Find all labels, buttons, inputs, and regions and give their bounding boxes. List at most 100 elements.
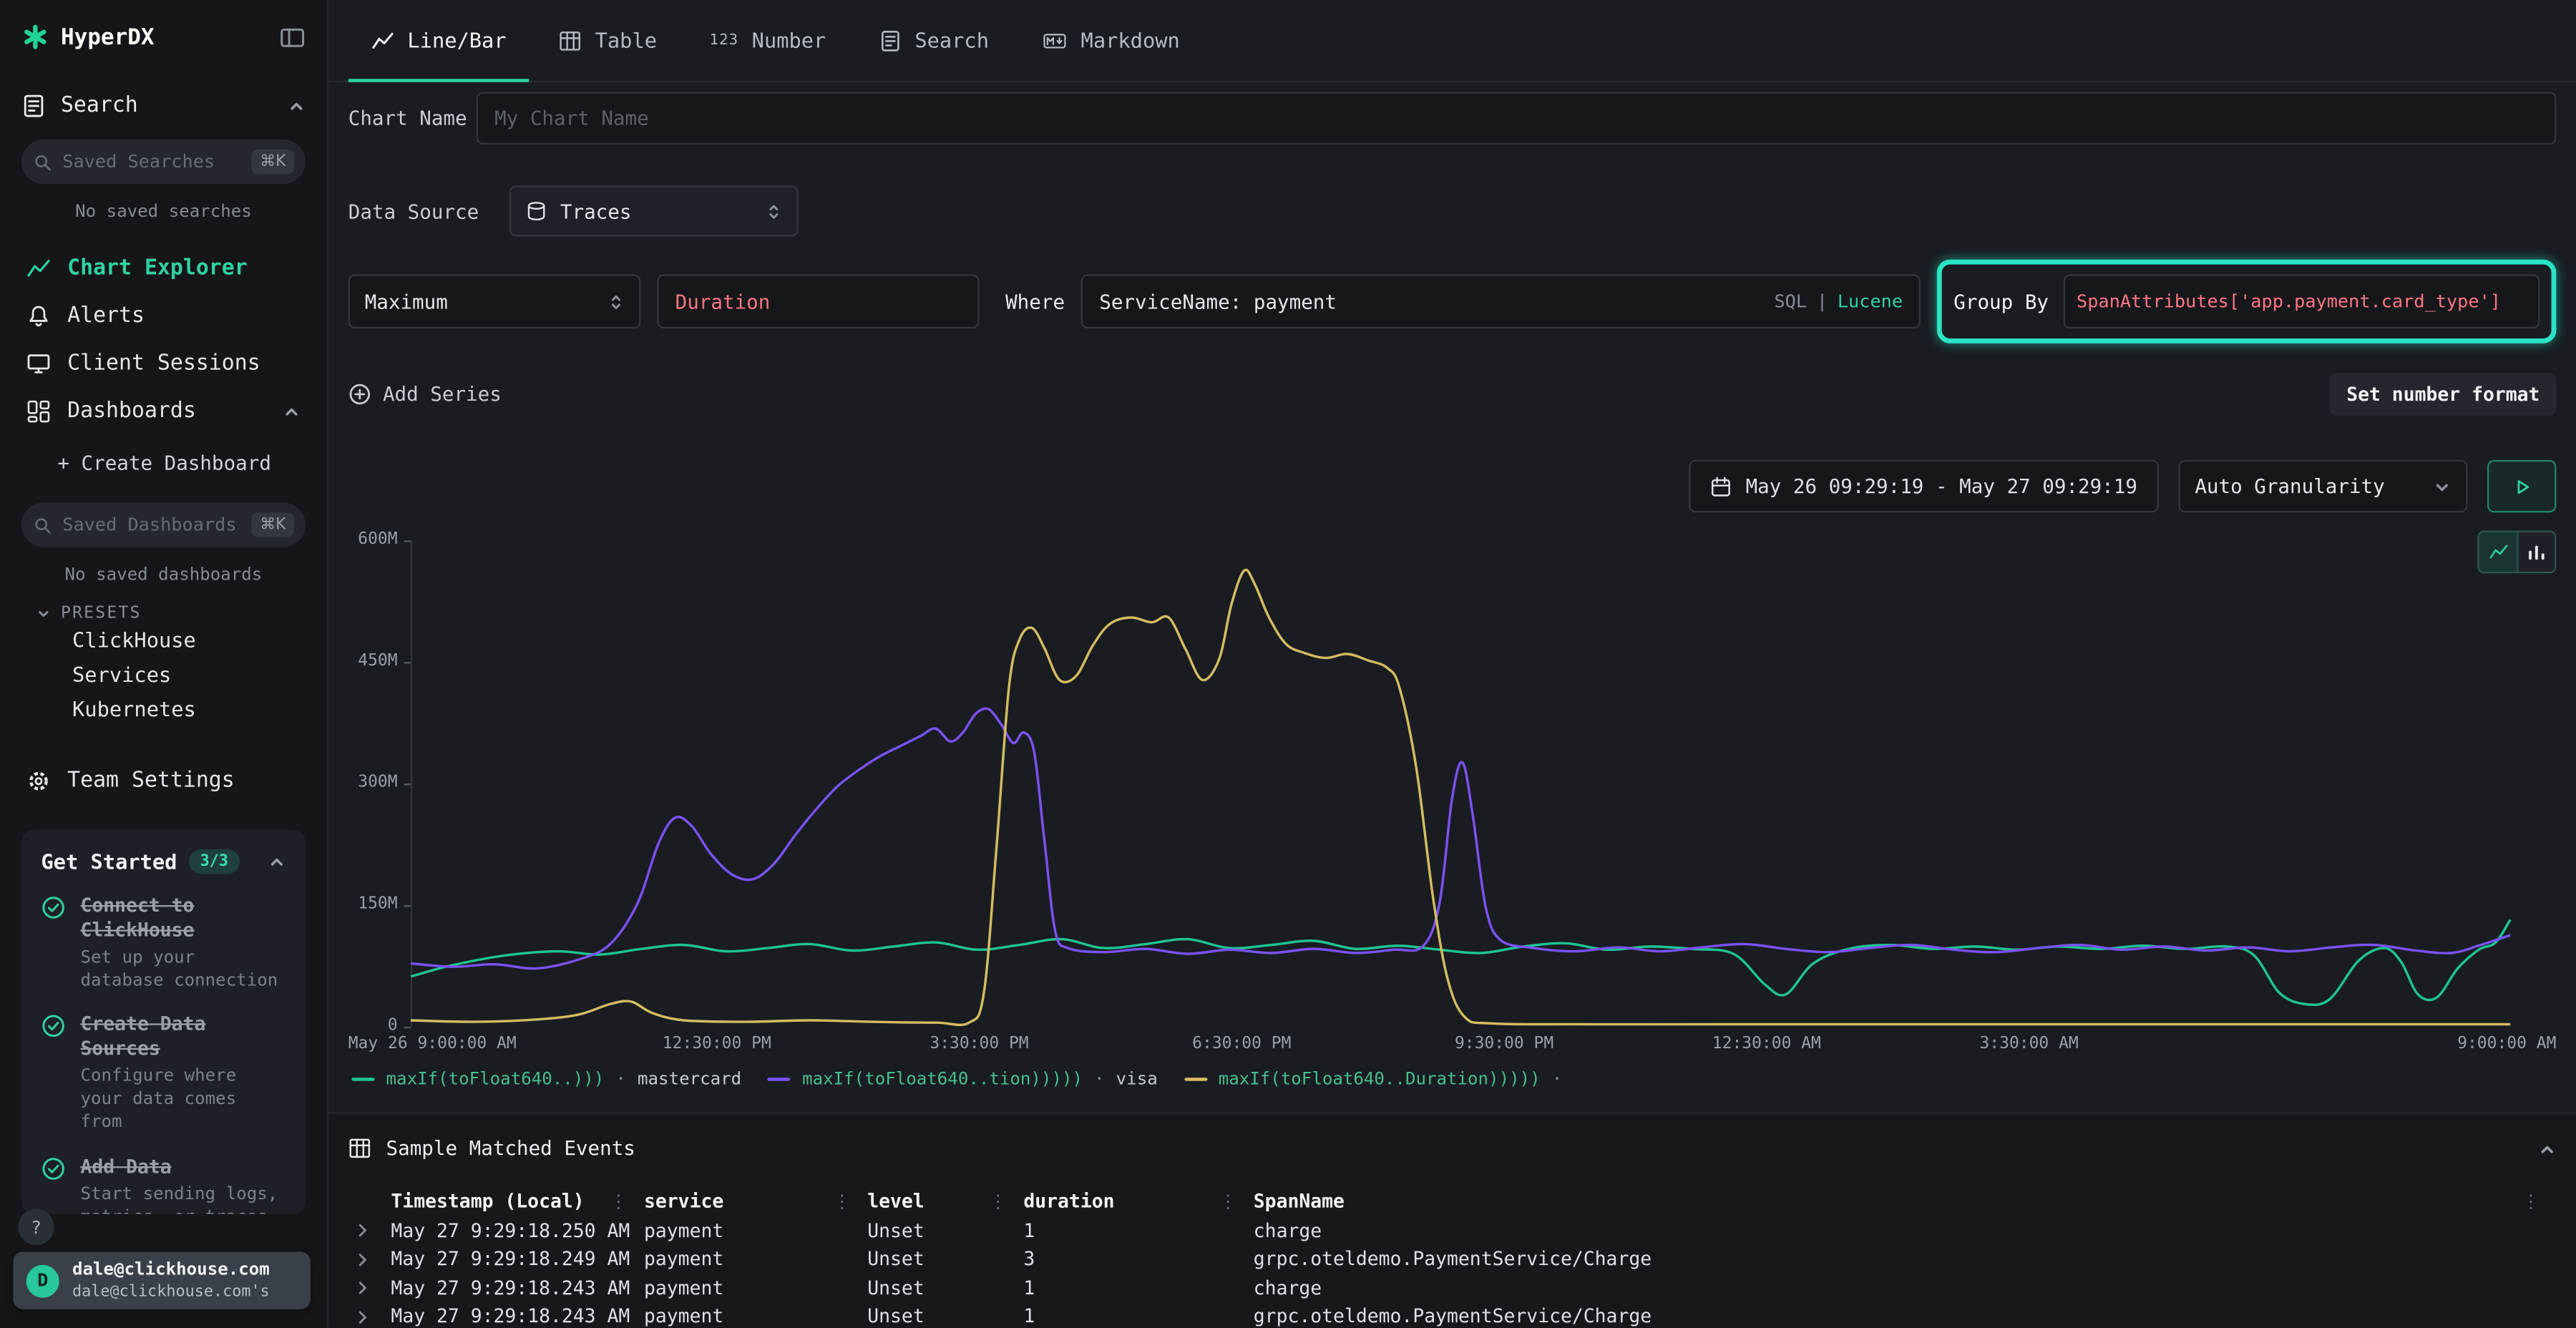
user-menu[interactable]: D dale@clickhouse.com dale@clickhouse.co… [13, 1252, 311, 1309]
cell-level: Unset [867, 1305, 1023, 1328]
tab-label: Table [595, 28, 657, 52]
legend-item[interactable]: maxIf(toFloat640..Duration)))))· [1184, 1070, 1574, 1090]
get-started-header[interactable]: Get Started 3/3 [41, 849, 286, 874]
collapse-panel-chevron-up-icon[interactable] [2538, 1139, 2556, 1157]
data-source-select[interactable]: Traces [509, 185, 799, 236]
field-input[interactable] [657, 274, 979, 328]
column-menu-icon[interactable]: ⋮ [2522, 1190, 2540, 1211]
group-by-input[interactable] [2064, 274, 2540, 328]
legend-group-value: visa [1116, 1070, 1158, 1090]
legend-item[interactable]: maxIf(toFloat640..)))·mastercard [351, 1070, 741, 1090]
bar-chart-toggle[interactable] [2517, 532, 2555, 572]
chart-explorer-content: Chart Name Data Source Traces Maximum [328, 82, 2576, 1327]
aggregation-select[interactable]: Maximum [348, 274, 641, 328]
chart-series-line[interactable] [411, 708, 2510, 968]
column-header-level[interactable]: level ⋮ [867, 1189, 1023, 1212]
run-query-button[interactable] [2487, 460, 2556, 512]
set-number-format-button[interactable]: Set number format [2330, 373, 2556, 416]
preset-item-kubernetes[interactable]: Kubernetes [21, 692, 306, 726]
client-sessions-label: Client Sessions [67, 351, 260, 376]
sidebar-item-team-settings[interactable]: Team Settings [21, 768, 306, 793]
table-row[interactable]: May 27 9:29:18.243 AM payment Unset 1 ch… [348, 1273, 2557, 1302]
column-header-duration[interactable]: duration ⋮ [1023, 1189, 1253, 1212]
chart-series-line[interactable] [411, 919, 2510, 1005]
chart-legend: maxIf(toFloat640..)))·mastercard maxIf(to… [348, 1070, 2557, 1090]
column-header-service[interactable]: service ⋮ [644, 1189, 867, 1212]
sidebar-item-alerts[interactable]: Alerts [21, 293, 306, 341]
chevron-up-icon[interactable] [288, 97, 306, 114]
row-expander-icon[interactable] [348, 1223, 391, 1238]
table-row[interactable]: May 27 9:29:18.250 AM payment Unset 1 ch… [348, 1216, 2557, 1244]
sql-toggle[interactable]: SQL [1774, 290, 1807, 312]
tab-table[interactable]: Table [536, 0, 680, 80]
column-header-timestamp[interactable]: Timestamp (Local) ⋮ [391, 1189, 644, 1212]
column-menu-icon[interactable]: ⋮ [833, 1190, 851, 1211]
saved-dashboards-input[interactable]: Saved Dashboards ⌘K [21, 503, 306, 547]
sidebar-section-search[interactable]: Search [21, 94, 306, 118]
sidebar-collapse-button[interactable] [279, 24, 306, 50]
legend-item[interactable]: maxIf(toFloat640..tion)))))·visa [768, 1070, 1158, 1090]
create-dashboard-button[interactable]: + Create Dashboard [21, 445, 306, 482]
sidebar-item-dashboards[interactable]: Dashboards [21, 388, 306, 436]
get-started-card: Get Started 3/3 Connect to ClickHouse Se… [21, 829, 306, 1214]
cell-timestamp: May 27 9:29:18.250 AM [391, 1219, 644, 1241]
date-range-picker[interactable]: May 26 09:29:19 - May 27 09:29:19 [1688, 460, 2159, 512]
chart-explorer-label: Chart Explorer [67, 256, 248, 280]
checklist-item-connect[interactable]: Connect to ClickHouse Set up your databa… [41, 894, 286, 992]
sidebar-item-client-sessions[interactable]: Client Sessions [21, 340, 306, 388]
no-saved-searches-text: No saved searches [21, 202, 306, 222]
chart-name-input[interactable] [477, 92, 2557, 145]
lucene-toggle[interactable]: Lucene [1838, 290, 1903, 312]
cell-service: payment [644, 1247, 867, 1270]
bar-chart-icon [2527, 542, 2547, 562]
tab-number[interactable]: 123 Number [686, 0, 849, 80]
help-button[interactable]: ? [18, 1209, 54, 1246]
presets-toggle[interactable]: PRESETS [21, 605, 306, 622]
column-header-spanname[interactable]: SpanName ⋮ [1254, 1189, 2557, 1212]
cell-service: payment [644, 1276, 867, 1299]
granularity-select[interactable]: Auto Granularity [2178, 460, 2467, 512]
chevron-up-icon[interactable] [268, 853, 286, 871]
chart-series-line[interactable] [411, 570, 2510, 1025]
column-menu-icon[interactable]: ⋮ [610, 1190, 628, 1211]
chevron-up-icon[interactable] [283, 402, 301, 420]
preset-item-clickhouse[interactable]: ClickHouse [21, 622, 306, 657]
sidebar-item-chart-explorer[interactable]: Chart Explorer [21, 245, 306, 293]
row-expander-icon[interactable] [348, 1251, 391, 1266]
cell-spanname: grpc.oteldemo.PaymentService/Charge [1254, 1247, 2557, 1270]
database-icon [526, 200, 547, 222]
add-series-button[interactable]: Add Series [348, 383, 502, 406]
checklist-item-data-sources[interactable]: Create Data Sources Configure where your… [41, 1012, 286, 1135]
chart-plot[interactable] [411, 540, 2510, 1027]
y-axis-tick-label: 0 [348, 1017, 398, 1035]
table-icon [348, 1137, 371, 1160]
calendar-icon [1709, 476, 1731, 497]
tab-line-bar[interactable]: Line/Bar [348, 0, 530, 80]
row-expander-icon[interactable] [348, 1280, 391, 1295]
table-row[interactable]: May 27 9:29:18.249 AM payment Unset 3 gr… [348, 1244, 2557, 1273]
checklist-item-subtitle: Set up your database connection [80, 946, 286, 992]
table-row[interactable]: May 27 9:29:18.243 AM payment Unset 1 gr… [348, 1302, 2557, 1328]
where-input[interactable]: ServiceName: payment SQL | Lucene [1081, 274, 1921, 328]
cell-duration: 3 [1023, 1247, 1253, 1270]
y-axis-tick-label: 300M [348, 773, 398, 791]
line-chart-toggle[interactable] [2479, 532, 2517, 572]
sidebar-nav: Chart Explorer Alerts Client Sessions Da… [21, 245, 306, 435]
x-axis-tick-label: 12:30:00 AM [1712, 1035, 1821, 1053]
column-menu-icon[interactable]: ⋮ [989, 1190, 1007, 1211]
checklist-item-add-data[interactable]: Add Data Start sending logs, metrics, or… [41, 1154, 286, 1214]
y-axis-tick-mark [404, 905, 411, 907]
shortcut-badge: ⌘K [252, 150, 294, 174]
tab-markdown[interactable]: Markdown [1018, 0, 1203, 80]
query-language-switch: SQL | Lucene [1774, 290, 1903, 312]
preset-item-services[interactable]: Services [21, 657, 306, 691]
row-expander-icon[interactable] [348, 1309, 391, 1324]
line-chart-icon [371, 29, 394, 52]
column-menu-icon[interactable]: ⋮ [1219, 1190, 1237, 1211]
app-logo-text: HyperDX [61, 24, 155, 50]
saved-searches-input[interactable]: Saved Searches ⌘K [21, 140, 306, 184]
tab-label: Line/Bar [407, 28, 506, 52]
cell-spanname: charge [1254, 1276, 2557, 1299]
plus-circle-icon [348, 383, 371, 406]
tab-search[interactable]: Search [856, 0, 1012, 80]
